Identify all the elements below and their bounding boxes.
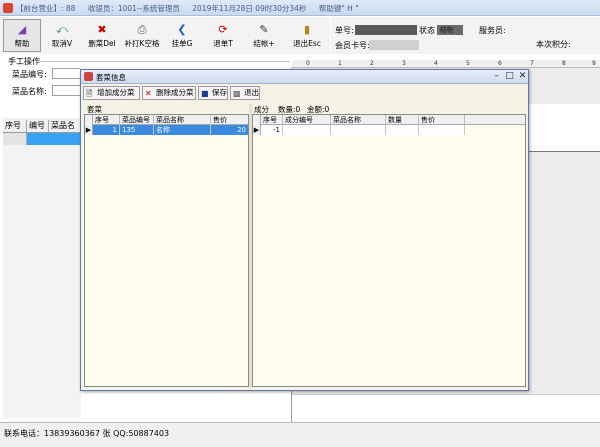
window-titlebar: 【前台营业】: 88 收银员：1001--系统管理员 2019年11月28日 0… [0, 0, 600, 16]
right-preview-box [528, 104, 600, 152]
combo-cell-seq: 1 [93, 125, 120, 135]
combo-cell-name: 名称 [154, 125, 211, 135]
combo-cell-price: 20 [211, 125, 248, 135]
row-pointer-icon: ▶ [85, 125, 93, 135]
exit-building-icon: ▩ [233, 89, 241, 98]
add-component-button[interactable]: 🗎 增加成分菜 [83, 86, 140, 100]
order-grid-header: 序号 编号 菜品名 [3, 118, 81, 133]
combo-grid-header: 序号 菜品编号 菜品名称 售价 [85, 115, 248, 125]
combo-dish-dialog: 套菜信息 – □ ✕ 🗎 增加成分菜 ✕ 删除成分菜 ■ 保存 ▩ 退出 套菜 … [80, 69, 529, 391]
component-col-code[interactable]: 成分编号 [283, 115, 331, 125]
title-datetime: 2019年11月28日 09时30分34秒 [192, 4, 307, 13]
dish-code-label: 菜品编号: [12, 70, 47, 79]
order-no-field [355, 25, 417, 35]
order-grid-row[interactable] [3, 133, 81, 145]
combo-row[interactable]: ▶ 1 135 名称 20 [85, 125, 248, 135]
component-cell-name [331, 125, 386, 135]
status-label: 状态 [419, 26, 435, 35]
title-cashier: 收银员：1001--系统管理员 [87, 4, 180, 13]
dialog-title: 套菜信息 [96, 73, 126, 82]
combo-cell-code: 135 [120, 125, 154, 135]
dish-code-input[interactable] [52, 68, 80, 79]
exit-button[interactable]: ▮ 退出Esc [286, 19, 328, 52]
component-col-seq[interactable]: 序号 [261, 115, 283, 125]
component-cell-seq: -1 [261, 125, 283, 135]
combo-col-seq[interactable]: 序号 [93, 115, 120, 125]
dish-name-label: 菜品名称: [12, 87, 47, 96]
dish-name-input[interactable] [52, 85, 80, 96]
help-book-icon: ◢ [17, 23, 27, 36]
waiter-label: 服务员: [479, 26, 506, 35]
manual-section-title: 手工操作 [8, 57, 40, 66]
main-toolbar: ◢ 帮助 ⤺ 取消V ✖ 删菜Del ⎙ 补打K空格 ❮ 挂单G ⟳ 退单T ✎… [0, 17, 330, 54]
order-grid: 序号 编号 菜品名 [3, 118, 81, 418]
dialog-titlebar: 套菜信息 – □ ✕ [81, 70, 528, 84]
component-grid-header: 序号 成分编号 菜品名称 数量 售价 [253, 115, 525, 125]
floppy-disk-icon: ■ [201, 89, 209, 98]
points-label: 本次积分: [536, 40, 571, 49]
app-icon [3, 3, 13, 13]
reprint-button[interactable]: ⎙ 补打K空格 [121, 19, 163, 52]
component-grid: 序号 成分编号 菜品名称 数量 售价 ▶ -1 [252, 114, 526, 387]
combo-grid: 序号 菜品编号 菜品名称 售价 ▶ 1 135 名称 20 [84, 114, 249, 387]
close-icon[interactable]: ✕ [517, 71, 528, 82]
component-col-price[interactable]: 售价 [419, 115, 465, 125]
order-no-label: 单号: [335, 26, 354, 35]
component-col-qty[interactable]: 数量 [386, 115, 419, 125]
combo-col-price[interactable]: 售价 [211, 115, 248, 125]
delete-dish-button[interactable]: ✖ 删菜Del [83, 19, 121, 52]
statusbar: 联系电话：13839360367 张 QQ:50887403 [0, 422, 600, 447]
order-col-name[interactable]: 菜品名 [49, 120, 81, 132]
save-button[interactable]: ■ 保存 [198, 86, 228, 100]
help-button[interactable]: ◢ 帮助 [3, 19, 41, 52]
refund-icon: ⟳ [218, 23, 228, 36]
document-icon: 🗎 [86, 89, 93, 98]
status-value: 结帐 [440, 26, 454, 34]
status-field: 结帐 [437, 25, 463, 35]
component-cell-qty [386, 125, 419, 135]
checkout-button[interactable]: ✎ 结帐+ [245, 19, 283, 52]
exit-dialog-button[interactable]: ▩ 退出 [230, 86, 260, 100]
exit-door-icon: ▮ [303, 23, 311, 36]
delete-x-icon: ✕ [145, 89, 152, 98]
manual-section-divider [40, 61, 290, 62]
order-row-indicator [3, 133, 27, 145]
dialog-app-icon [84, 72, 93, 81]
refund-button[interactable]: ⟳ 退单T [204, 19, 242, 52]
combo-col-name[interactable]: 菜品名称 [154, 115, 211, 125]
print-icon: ⎙ [137, 23, 147, 36]
member-card-label: 会员卡号: [335, 41, 370, 50]
combo-col-code[interactable]: 菜品编号 [120, 115, 154, 125]
hang-order-button[interactable]: ❮ 挂单G [163, 19, 201, 52]
window-title: 【前台营业】: 88 收银员：1001--系统管理员 2019年11月28日 0… [16, 3, 369, 14]
order-col-code[interactable]: 编号 [27, 120, 49, 132]
maximize-icon[interactable]: □ [504, 71, 515, 82]
title-mode: 【前台营业】: 88 [16, 4, 76, 13]
component-cell-price [419, 125, 465, 135]
delete-x-icon: ✖ [97, 23, 107, 36]
delete-component-button[interactable]: ✕ 删除成分菜 [142, 86, 196, 100]
ruler: 0 1 2 3 4 5 6 7 8 9 [292, 60, 600, 68]
order-info-panel: 单号: 状态 结帐 服务员: 会员卡号: 本次积分: [331, 17, 600, 54]
row-pointer-icon: ▶ [253, 125, 261, 135]
checkout-icon: ✎ [259, 23, 269, 36]
component-row[interactable]: ▶ -1 [253, 125, 465, 135]
component-cell-code [283, 125, 331, 135]
order-col-seq[interactable]: 序号 [3, 120, 27, 132]
minimize-icon[interactable]: – [491, 71, 502, 82]
undo-arrow-icon: ⤺ [56, 23, 68, 36]
member-card-field[interactable] [369, 40, 419, 50]
right-footer-area [292, 394, 600, 422]
component-col-name[interactable]: 菜品名称 [331, 115, 386, 125]
title-help-key: 帮助键" H " [318, 4, 359, 13]
cancel-button[interactable]: ⤺ 取消V [43, 19, 81, 52]
contact-info: 联系电话：13839360367 张 QQ:50887403 [4, 429, 170, 438]
left-arrow-icon: ❮ [177, 23, 187, 36]
